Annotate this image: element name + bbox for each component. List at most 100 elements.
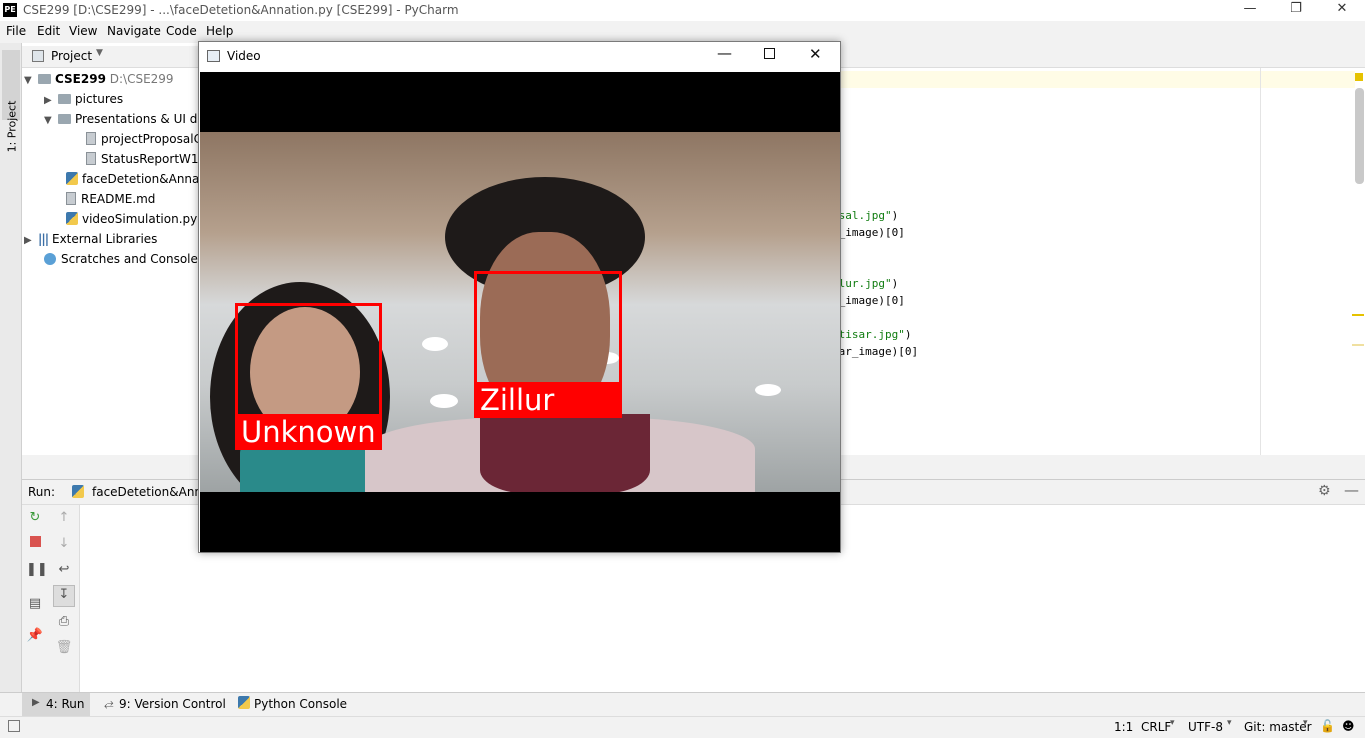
editor-scrollbar[interactable] — [1355, 88, 1364, 184]
right-margin-guide — [1260, 68, 1261, 455]
project-view-selector[interactable]: Project — [51, 49, 92, 63]
code-line: llur.jpg") — [832, 277, 899, 290]
chevron-right-icon[interactable]: ▶ — [24, 231, 38, 249]
library-icon: ||| — [38, 232, 49, 246]
menu-navigate[interactable]: Navigate — [107, 24, 161, 38]
inspection-status-icon[interactable] — [1355, 73, 1363, 81]
menu-file[interactable]: File — [6, 24, 26, 38]
chevron-down-icon[interactable]: ▾ — [1170, 718, 1175, 728]
git-branch[interactable]: Git: master — [1244, 720, 1312, 734]
tool-windows-icon[interactable] — [8, 720, 20, 732]
tree-item-external-libraries[interactable]: ▶ ||| External Libraries — [24, 229, 198, 249]
restore-icon[interactable]: ❐ — [1273, 0, 1319, 21]
caret-position[interactable]: 1:1 — [1114, 720, 1133, 734]
ceiling-light — [430, 394, 458, 408]
ceiling-light — [755, 384, 781, 396]
chevron-right-icon[interactable]: ▶ — [44, 91, 58, 109]
tree-root-label: CSE299 — [55, 72, 106, 86]
code-line: ysal.jpg") — [832, 209, 899, 222]
tree-item-readme[interactable]: README.md — [66, 189, 198, 209]
lock-icon[interactable]: 🔓 — [1320, 719, 1335, 733]
video-frame-area: Unknown Zillur — [200, 72, 840, 552]
folder-icon — [38, 74, 51, 84]
python-file-icon — [72, 485, 84, 498]
layout-icon[interactable]: ▤ — [26, 595, 44, 613]
tab-python-console[interactable]: Python Console — [236, 693, 348, 716]
window-title: CSE299 [D:\CSE299] - ...\faceDetetion&An… — [23, 3, 459, 17]
project-tool-tab[interactable]: 1: Project — [2, 50, 20, 152]
maximize-icon[interactable] — [764, 48, 775, 59]
tree-root-cse299[interactable]: ▼ CSE299 D:\CSE299 — [24, 69, 198, 89]
chevron-down-icon[interactable]: ▾ — [1227, 718, 1232, 728]
video-titlebar[interactable]: Video — ✕ — [199, 42, 840, 72]
scroll-to-end-icon[interactable]: ↧ — [53, 585, 75, 607]
menu-code[interactable]: Code — [166, 24, 197, 38]
chevron-down-icon[interactable]: ▼ — [96, 48, 103, 58]
tree-item-presentations[interactable]: ▼ Presentations & UI de — [44, 109, 198, 129]
tree-item-label: Scratches and Consoles — [61, 252, 198, 266]
tree-item-label: README.md — [81, 192, 156, 206]
pycharm-logo-icon: PE — [3, 3, 17, 17]
menu-help[interactable]: Help — [206, 24, 233, 38]
tab-version-control[interactable]: ⥄ 9: Version Control — [102, 693, 226, 716]
tab-version-control-label: 9: Version Control — [119, 697, 226, 711]
menu-view[interactable]: View — [69, 24, 97, 38]
scratches-icon — [44, 253, 56, 265]
tab-python-console-label: Python Console — [254, 697, 348, 711]
tree-item-status-report[interactable]: StatusReportW1Cs — [86, 149, 198, 169]
tree-item-face-detection[interactable]: faceDetetion&Annatio — [66, 169, 198, 189]
rerun-icon[interactable]: ↻ — [26, 509, 44, 527]
print-icon[interactable]: ⎙ — [55, 613, 73, 631]
ceiling-light — [422, 337, 448, 351]
menu-bar: File Edit View Navigate Code Help — [0, 21, 1365, 43]
python-file-icon — [66, 212, 78, 225]
tab-run-label: 4: Run — [46, 697, 85, 711]
code-line: sar_image)[0] — [832, 345, 919, 358]
title-bar: PE CSE299 [D:\CSE299] - ...\faceDetetion… — [0, 0, 1365, 21]
person-collar — [480, 414, 650, 492]
folder-icon — [58, 114, 71, 124]
tree-item-label: External Libraries — [52, 232, 158, 246]
warning-stripe[interactable] — [1352, 344, 1364, 346]
gear-icon[interactable]: ⚙ — [1318, 483, 1331, 499]
chevron-down-icon[interactable]: ▼ — [24, 71, 38, 89]
tree-item-label: videoSimulation.py — [82, 212, 198, 226]
line-separator[interactable]: CRLF — [1141, 720, 1171, 734]
tree-item-video-simulation[interactable]: videoSimulation.py — [66, 209, 198, 229]
bottom-tool-tabs: ▶ 4: Run ⥄ 9: Version Control Python Con… — [0, 692, 1365, 716]
video-window[interactable]: Video — ✕ Unknown Zillur — [198, 41, 841, 553]
document-icon — [86, 132, 96, 145]
tree-item-scratches[interactable]: Scratches and Consoles — [44, 249, 198, 269]
pin-icon[interactable]: 📌 — [26, 627, 44, 645]
file-encoding[interactable]: UTF-8 — [1188, 720, 1223, 734]
stop-icon[interactable] — [26, 535, 44, 553]
minimize-icon[interactable]: — — [1227, 0, 1273, 21]
menu-edit[interactable]: Edit — [37, 24, 60, 38]
code-editor[interactable] — [840, 68, 1365, 455]
markdown-file-icon — [66, 192, 76, 205]
folder-icon — [58, 94, 71, 104]
editor-tab-bar — [840, 46, 1365, 68]
chevron-down-icon[interactable]: ▾ — [1303, 718, 1308, 728]
tree-item-pictures[interactable]: ▶ pictures — [44, 89, 198, 109]
soft-wrap-icon[interactable]: ↩ — [55, 561, 73, 579]
up-arrow-icon[interactable]: ↑ — [55, 509, 73, 527]
run-config-tab[interactable]: faceDetetion&Annat — [92, 485, 214, 499]
close-icon[interactable]: ✕ — [1319, 0, 1365, 21]
close-icon[interactable]: ✕ — [809, 45, 822, 63]
minimize-icon[interactable]: — — [717, 44, 732, 62]
inspector-icon[interactable]: ☻ — [1342, 719, 1355, 733]
tab-run[interactable]: ▶ 4: Run — [22, 693, 90, 716]
trash-icon[interactable]: 🗑 — [55, 639, 73, 657]
chevron-down-icon[interactable]: ▼ — [44, 111, 58, 129]
tree-item-project-proposal[interactable]: projectProposalCS — [86, 129, 198, 149]
tree-item-label: projectProposalCS — [101, 132, 198, 146]
warning-stripe[interactable] — [1352, 314, 1364, 316]
vcs-icon: ⥄ — [104, 696, 114, 710]
python-file-icon — [66, 172, 78, 185]
code-line: r_image)[0] — [832, 294, 905, 307]
face-label-unknown: Unknown — [235, 414, 382, 450]
hide-panel-icon[interactable]: — — [1344, 481, 1359, 499]
down-arrow-icon[interactable]: ↓ — [55, 535, 73, 553]
pause-icon[interactable]: ❚❚ — [26, 561, 48, 579]
